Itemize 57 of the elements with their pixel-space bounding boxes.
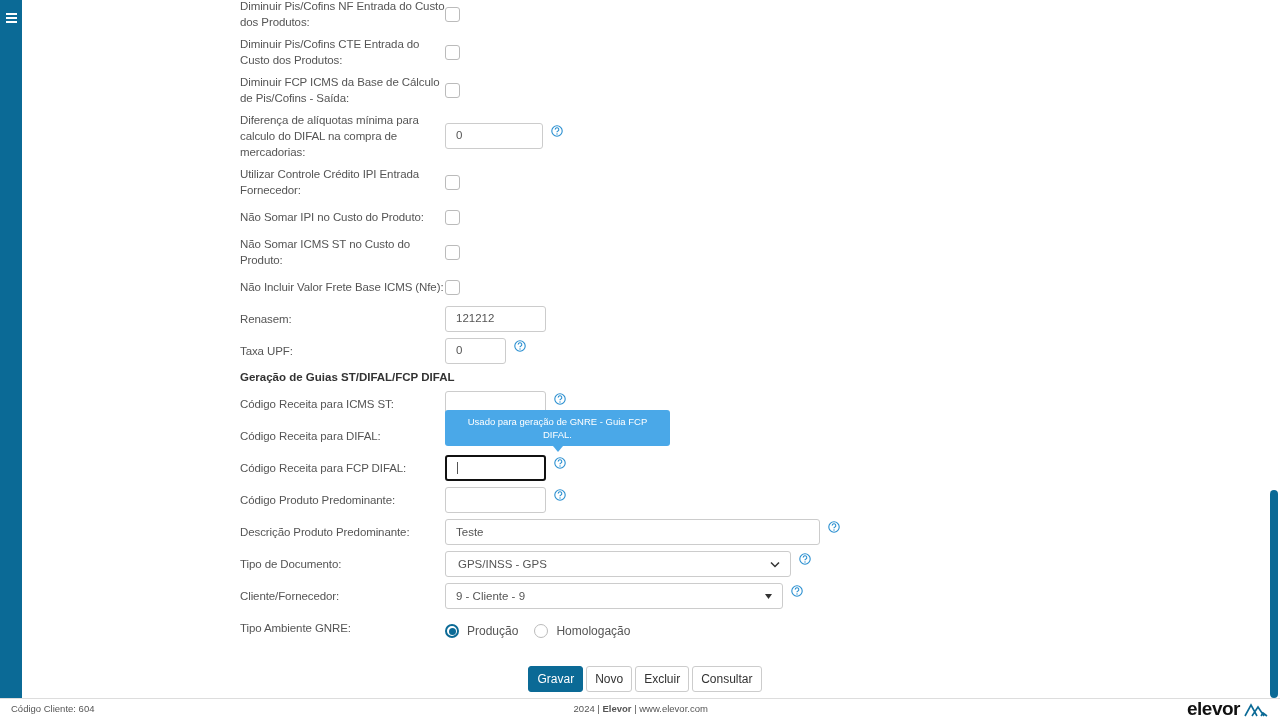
field-label: Tipo Ambiente GNRE: bbox=[240, 621, 352, 637]
checkbox[interactable] bbox=[445, 244, 460, 260]
field-label: Código Produto Predominante: bbox=[240, 493, 397, 509]
caret-icon bbox=[765, 593, 772, 599]
menu-icon[interactable] bbox=[6, 12, 17, 23]
field-label: Não Somar IPI no Custo do Produto: bbox=[240, 210, 425, 225]
field-label: Diminuir Pis/Cofins CTE Entrada do Custo dos Produtos: bbox=[240, 37, 421, 68]
field-label: Código Receita para FCP DIFAL: bbox=[240, 461, 408, 477]
help-icon[interactable] bbox=[554, 393, 566, 406]
input-field[interactable]: 0 bbox=[445, 123, 543, 149]
footer-credits: 2024 | Elevor | www.elevor.com bbox=[573, 703, 708, 715]
client-code: Código Cliente: 604 bbox=[11, 702, 95, 717]
help-icon[interactable] bbox=[799, 553, 811, 566]
field-label: Cliente/Fornecedor: bbox=[240, 589, 341, 605]
input-field[interactable]: Teste bbox=[445, 519, 820, 546]
checkbox[interactable] bbox=[445, 82, 460, 98]
field-label: Código Receita para ICMS ST: bbox=[240, 397, 395, 413]
field-label: Diminuir Pis/Cofins NF Entrada do Custo dos Produtos: bbox=[240, 0, 445, 30]
option-label: Homologação bbox=[556, 623, 631, 641]
field-label: Não Incluir Valor Frete Base ICMS (Nfe): bbox=[240, 280, 445, 295]
checkbox[interactable] bbox=[445, 279, 460, 295]
scrollbar-thumb[interactable] bbox=[1270, 490, 1278, 698]
input-field[interactable]: 0 bbox=[445, 338, 506, 364]
input-field[interactable] bbox=[445, 455, 546, 482]
help-icon[interactable] bbox=[554, 457, 566, 470]
tooltip-arrow bbox=[553, 446, 563, 453]
chevron-icon bbox=[770, 560, 780, 568]
field-label: Taxa UPF: bbox=[240, 344, 294, 359]
input-field[interactable]: 121212 bbox=[445, 306, 546, 332]
checkbox[interactable] bbox=[445, 209, 460, 225]
action-button[interactable]: Excluir bbox=[635, 666, 690, 693]
save-button[interactable]: Gravar bbox=[528, 666, 584, 693]
help-icon[interactable] bbox=[514, 340, 526, 352]
tooltip: Usado para geração de GNRE - Guia FCP DIFAL. bbox=[445, 410, 670, 447]
field-label: Descrição Produto Predominante: bbox=[240, 525, 411, 541]
field-label: Utilizar Controle Crédito IPI Entrada Fornecedor: bbox=[240, 167, 421, 198]
option-label: Produção bbox=[467, 623, 519, 641]
action-button[interactable]: Consultar bbox=[692, 666, 762, 693]
field-label: Diferença de alíquotas mínima para calculo do DIFAL na compra de mercadorias: bbox=[240, 113, 420, 160]
brand-logo: elevor bbox=[1187, 695, 1268, 720]
field-label: Tipo de Documento: bbox=[240, 557, 343, 573]
field-label: Diminuir FCP ICMS da Base de Cálculo de Pis/Cofins - Saída: bbox=[240, 75, 441, 106]
help-icon[interactable] bbox=[828, 521, 840, 534]
help-icon[interactable] bbox=[791, 585, 803, 598]
checkbox[interactable] bbox=[445, 6, 460, 22]
field-label: Código Receita para DIFAL: bbox=[240, 429, 382, 445]
help-icon[interactable] bbox=[551, 125, 563, 137]
field-label: Não Somar ICMS ST no Custo do Produto: bbox=[240, 237, 412, 268]
radio-button[interactable] bbox=[445, 624, 459, 639]
checkbox[interactable] bbox=[445, 44, 460, 60]
action-button[interactable]: Novo bbox=[586, 666, 633, 693]
field-label: Renasem: bbox=[240, 312, 293, 327]
help-icon[interactable] bbox=[554, 489, 566, 502]
section-heading: Geração de Guias ST/DIFAL/FCP DIFAL bbox=[240, 370, 456, 385]
dropdown[interactable]: GPS/INSS - GPS bbox=[445, 551, 791, 578]
dropdown[interactable]: 9 - Cliente - 9 bbox=[445, 583, 783, 610]
checkbox[interactable] bbox=[445, 174, 460, 190]
